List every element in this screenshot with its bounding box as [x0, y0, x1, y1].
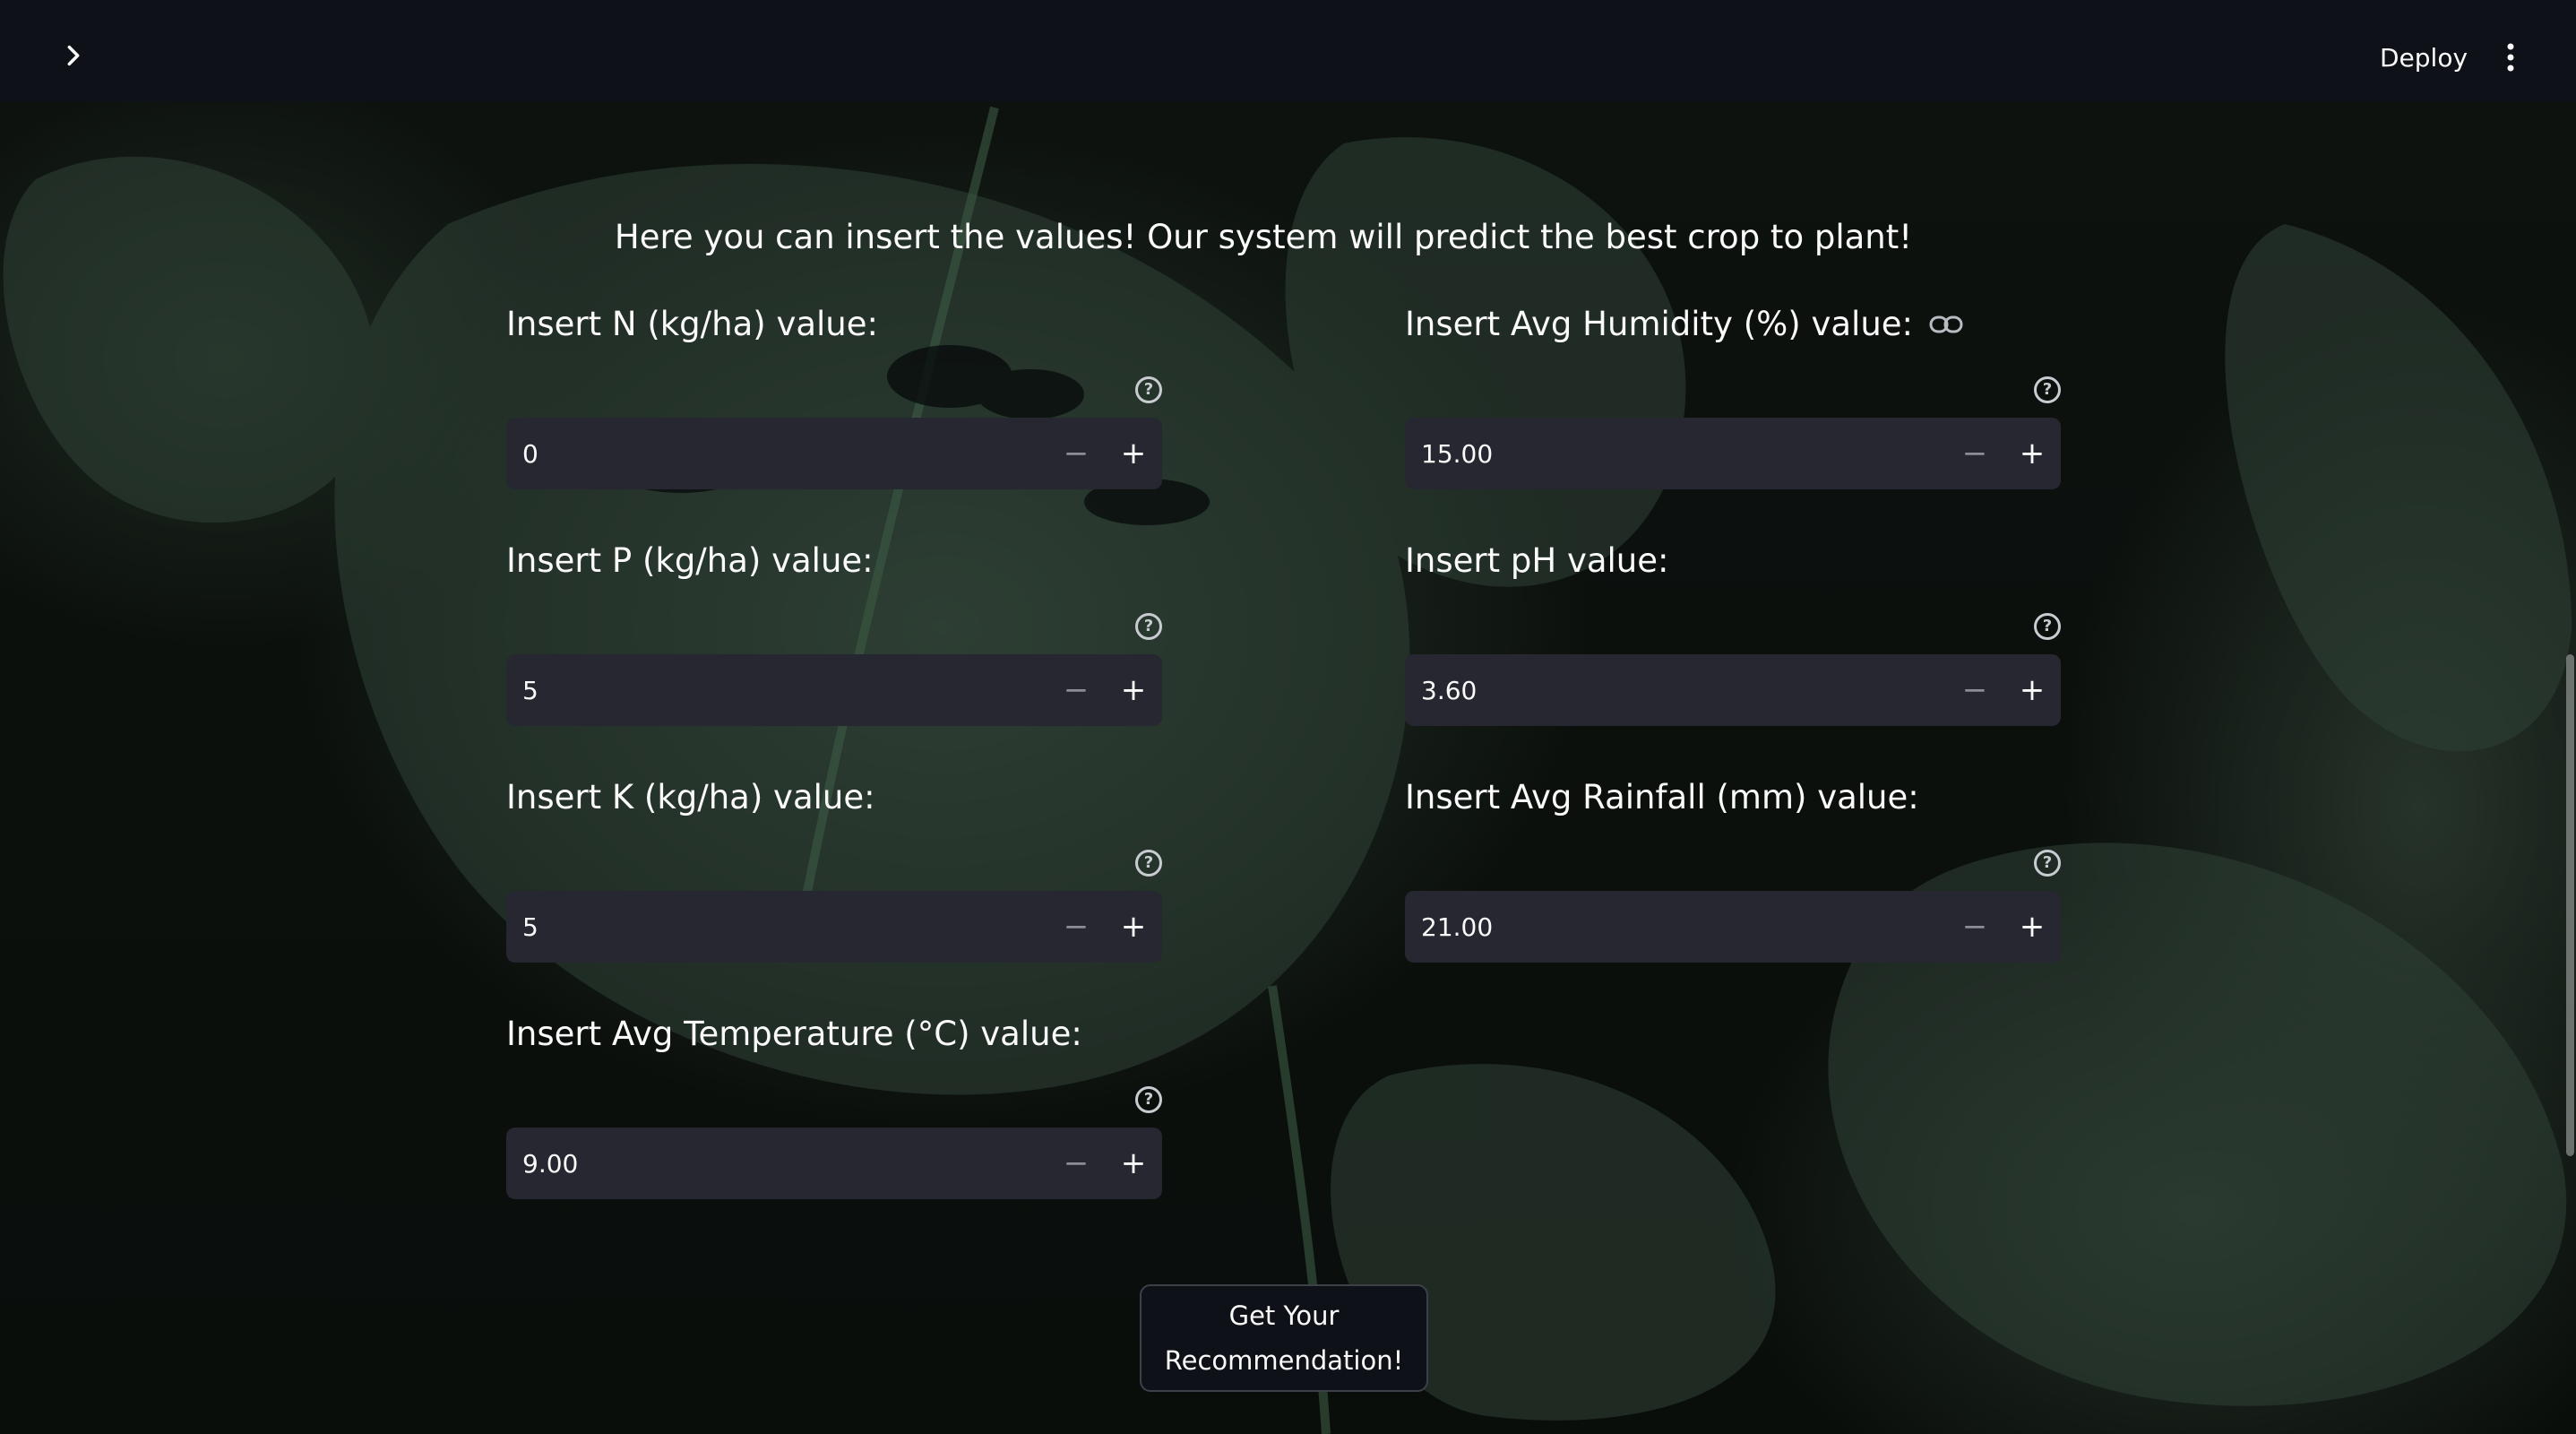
value-input[interactable] [1405, 891, 1946, 963]
question-circle-icon[interactable]: ? [1135, 613, 1162, 640]
number-input-p: − + [506, 654, 1162, 726]
increment-button[interactable]: + [1105, 418, 1162, 489]
value-input[interactable] [506, 654, 1047, 726]
value-input[interactable] [506, 891, 1047, 963]
question-circle-icon[interactable]: ? [1135, 376, 1162, 403]
value-input[interactable] [1405, 654, 1946, 726]
intro-text: Here you can insert the values! Our syst… [614, 218, 1913, 256]
link-icon[interactable] [1929, 315, 1963, 334]
field-label-text: Insert Avg Temperature (°C) value: [506, 1015, 1082, 1053]
field-label-text: Insert pH value: [1405, 541, 1669, 580]
field-label-text: Insert P (kg/ha) value: [506, 541, 874, 580]
chevron-right-icon[interactable] [52, 34, 95, 77]
field-label-text: Insert K (kg/ha) value: [506, 778, 875, 816]
value-input[interactable] [506, 1127, 1047, 1199]
number-input-k: − + [506, 891, 1162, 963]
increment-button[interactable]: + [1105, 654, 1162, 726]
field-label: Insert Avg Humidity (%) value: [1405, 305, 1963, 343]
number-input-n: − + [506, 418, 1162, 489]
field-label-text: Insert Avg Humidity (%) value: [1405, 305, 1914, 343]
top-bar: Deploy [0, 0, 2576, 101]
field-label-text: Insert N (kg/ha) value: [506, 305, 878, 343]
get-recommendation-button[interactable]: Get Your Recommendation! [1140, 1284, 1428, 1392]
decrement-button[interactable]: − [1946, 891, 2003, 963]
decrement-button[interactable]: − [1047, 1127, 1105, 1199]
decrement-button[interactable]: − [1047, 418, 1105, 489]
question-circle-icon[interactable]: ? [2034, 850, 2061, 877]
number-input-ph: − + [1405, 654, 2061, 726]
app-root: Deploy Here you can insert the values! O… [0, 0, 2576, 1434]
field-label: Insert pH value: [1405, 541, 1668, 580]
increment-button[interactable]: + [2003, 654, 2061, 726]
field-label: Insert P (kg/ha) value: [506, 541, 874, 580]
increment-button[interactable]: + [1105, 891, 1162, 963]
number-input-temperature: − + [506, 1127, 1162, 1199]
field-label: Insert Avg Rainfall (mm) value: [1405, 778, 1919, 816]
field-label: Insert Avg Temperature (°C) value: [506, 1015, 1082, 1053]
increment-button[interactable]: + [1105, 1127, 1162, 1199]
decrement-button[interactable]: − [1047, 891, 1105, 963]
question-circle-icon[interactable]: ? [1135, 850, 1162, 877]
deploy-button[interactable]: Deploy [2364, 34, 2484, 81]
number-input-humidity: − + [1405, 418, 2061, 489]
scrollbar-thumb[interactable] [2566, 654, 2574, 1156]
decrement-button[interactable]: − [1047, 654, 1105, 726]
number-input-rainfall: − + [1405, 891, 2061, 963]
field-label: Insert N (kg/ha) value: [506, 305, 878, 343]
value-input[interactable] [1405, 418, 1946, 489]
question-circle-icon[interactable]: ? [2034, 613, 2061, 640]
decrement-button[interactable]: − [1946, 654, 2003, 726]
background-foliage-image [0, 0, 2576, 1434]
field-label: Insert K (kg/ha) value: [506, 778, 875, 816]
vertical-ellipsis-icon[interactable] [2491, 36, 2530, 79]
increment-button[interactable]: + [2003, 891, 2061, 963]
question-circle-icon[interactable]: ? [2034, 376, 2061, 403]
value-input[interactable] [506, 418, 1047, 489]
decrement-button[interactable]: − [1946, 418, 2003, 489]
field-label-text: Insert Avg Rainfall (mm) value: [1405, 778, 1919, 816]
question-circle-icon[interactable]: ? [1135, 1086, 1162, 1113]
increment-button[interactable]: + [2003, 418, 2061, 489]
